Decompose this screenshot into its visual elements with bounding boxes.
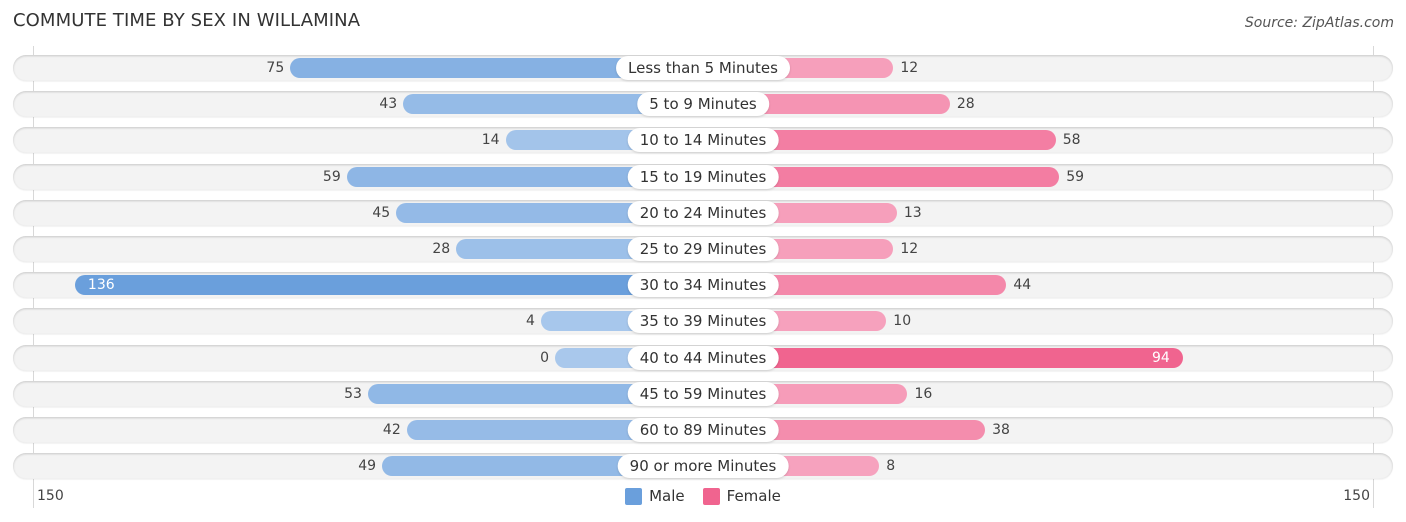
value-label-male: 28 bbox=[432, 241, 451, 257]
bar-male[interactable] bbox=[74, 275, 703, 296]
legend-label-female: Female bbox=[726, 487, 781, 505]
value-label-male: 43 bbox=[379, 96, 398, 113]
value-label-female: 16 bbox=[914, 385, 933, 402]
value-label-female: 38 bbox=[992, 422, 1010, 438]
category-label: 35 to 39 Minutes bbox=[627, 309, 779, 334]
value-label-female: 94 bbox=[1152, 349, 1170, 366]
legend-swatch-male bbox=[625, 487, 643, 505]
value-label-female: 44 bbox=[1013, 277, 1032, 294]
value-label-male: 45 bbox=[372, 204, 391, 221]
legend-label-male: Male bbox=[649, 487, 685, 505]
value-label-male: 136 bbox=[87, 277, 115, 294]
category-label: Less than 5 Minutes bbox=[616, 56, 790, 80]
value-label-female: 10 bbox=[893, 313, 912, 330]
category-label: 90 or more Minutes bbox=[617, 454, 789, 479]
value-label-female: 12 bbox=[900, 241, 919, 257]
value-label-female: 8 bbox=[886, 458, 896, 475]
source-credit: Source: ZipAtlas.com bbox=[1244, 15, 1394, 31]
value-label-male: 42 bbox=[382, 422, 401, 438]
value-label-male: 0 bbox=[540, 349, 549, 366]
category-label: 5 to 9 Minutes bbox=[637, 92, 769, 117]
value-label-female: 59 bbox=[1066, 168, 1085, 185]
value-label-female: 12 bbox=[900, 60, 919, 76]
value-label-male: 49 bbox=[358, 458, 377, 475]
value-label-male: 53 bbox=[344, 385, 362, 402]
value-label-male: 75 bbox=[266, 60, 285, 76]
category-label: 60 to 89 Minutes bbox=[627, 418, 779, 442]
value-label-female: 13 bbox=[903, 204, 922, 221]
category-label: 10 to 14 Minutes bbox=[627, 128, 779, 153]
category-label: 30 to 34 Minutes bbox=[627, 273, 779, 298]
value-label-male: 14 bbox=[481, 132, 500, 149]
legend-item-male: Male bbox=[625, 487, 685, 505]
legend-item-female: Female bbox=[702, 487, 781, 505]
value-label-male: 59 bbox=[322, 168, 341, 185]
value-label-male: 4 bbox=[525, 313, 535, 330]
category-label: 45 to 59 Minutes bbox=[627, 381, 779, 406]
category-label: 15 to 19 Minutes bbox=[627, 164, 779, 189]
category-label: 25 to 29 Minutes bbox=[627, 237, 779, 261]
legend-swatch-female bbox=[702, 487, 720, 505]
category-label: 40 to 44 Minutes bbox=[627, 345, 779, 370]
value-label-female: 28 bbox=[956, 96, 975, 113]
legend: Male Female bbox=[0, 487, 1406, 505]
chart-title: COMMUTE TIME BY SEX IN WILLAMINA bbox=[13, 10, 361, 31]
category-label: 20 to 24 Minutes bbox=[627, 200, 779, 225]
value-label-female: 58 bbox=[1062, 132, 1081, 149]
